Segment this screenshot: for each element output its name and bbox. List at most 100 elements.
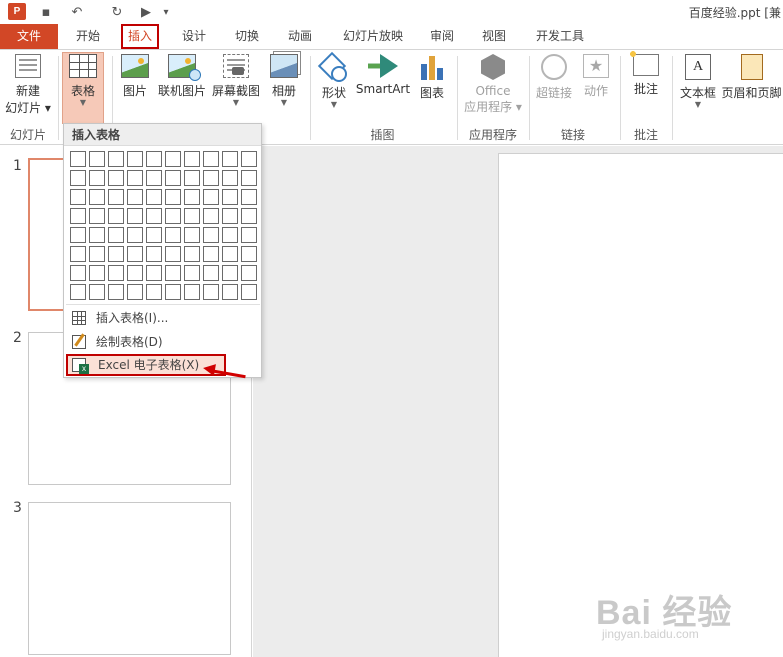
table-grid-cell[interactable] (89, 151, 105, 167)
table-grid-cell[interactable] (70, 189, 86, 205)
table-grid-cell[interactable] (89, 189, 105, 205)
table-grid-cell[interactable] (203, 170, 219, 186)
tab-review[interactable]: 审阅 (420, 24, 464, 49)
table-grid-cell[interactable] (146, 265, 162, 281)
slide-canvas[interactable] (498, 153, 783, 657)
table-grid-cell[interactable] (108, 227, 124, 243)
table-grid-cell[interactable] (70, 265, 86, 281)
table-grid-cell[interactable] (108, 284, 124, 300)
tab-file[interactable]: 文件 (0, 24, 58, 49)
undo-icon[interactable]: ↶ (66, 3, 88, 21)
table-grid-cell[interactable] (165, 189, 181, 205)
table-grid-cell[interactable] (203, 227, 219, 243)
table-grid-cell[interactable] (222, 189, 238, 205)
office-apps-button[interactable]: Office 应用程序 ▾ (460, 54, 526, 115)
table-grid-cell[interactable] (165, 208, 181, 224)
table-grid-cell[interactable] (127, 151, 143, 167)
table-grid-cell[interactable] (184, 170, 200, 186)
table-grid-cell[interactable] (108, 265, 124, 281)
table-grid-cell[interactable] (127, 284, 143, 300)
tab-view[interactable]: 视图 (472, 24, 516, 49)
table-grid-cell[interactable] (89, 170, 105, 186)
table-grid-cell[interactable] (165, 227, 181, 243)
table-grid-cell[interactable] (222, 208, 238, 224)
draw-table-menu-item[interactable]: 绘制表格(D) (66, 331, 261, 353)
table-grid-cell[interactable] (70, 170, 86, 186)
online-picture-button[interactable]: 联机图片 (156, 54, 208, 99)
table-grid-cell[interactable] (146, 151, 162, 167)
table-grid-cell[interactable] (127, 189, 143, 205)
table-grid-cell[interactable] (222, 265, 238, 281)
comment-button[interactable]: 批注 (626, 49, 666, 97)
tab-home[interactable]: 开始 (66, 24, 110, 49)
table-grid-cell[interactable] (184, 208, 200, 224)
table-grid-cell[interactable] (146, 227, 162, 243)
table-grid-cell[interactable] (222, 170, 238, 186)
table-grid-cell[interactable] (203, 284, 219, 300)
table-grid-cell[interactable] (203, 151, 219, 167)
table-grid-cell[interactable] (241, 227, 257, 243)
table-grid-cell[interactable] (241, 170, 257, 186)
table-grid-cell[interactable] (203, 246, 219, 262)
table-grid-cell[interactable] (165, 265, 181, 281)
table-grid-cell[interactable] (70, 151, 86, 167)
tab-transitions[interactable]: 切换 (225, 24, 269, 49)
table-grid-cell[interactable] (184, 151, 200, 167)
tab-animations[interactable]: 动画 (278, 24, 322, 49)
tab-design[interactable]: 设计 (172, 24, 216, 49)
present-icon[interactable]: ▶ (136, 3, 156, 21)
table-grid-cell[interactable] (127, 170, 143, 186)
insert-table-menu-item[interactable]: 插入表格(I)... (66, 307, 261, 329)
screenshot-button[interactable]: 屏幕截图 ▼ (209, 54, 263, 107)
table-grid-cell[interactable] (89, 227, 105, 243)
table-grid-cell[interactable] (108, 151, 124, 167)
tab-slideshow[interactable]: 幻灯片放映 (334, 24, 412, 49)
table-grid-cell[interactable] (127, 227, 143, 243)
table-grid-cell[interactable] (184, 246, 200, 262)
table-grid-cell[interactable] (108, 170, 124, 186)
table-grid-cell[interactable] (165, 170, 181, 186)
table-grid-cell[interactable] (222, 227, 238, 243)
smartart-button[interactable]: SmartArt (354, 54, 412, 96)
table-grid-cell[interactable] (165, 246, 181, 262)
table-grid-cell[interactable] (146, 246, 162, 262)
table-grid-cell[interactable] (70, 284, 86, 300)
table-grid-cell[interactable] (127, 265, 143, 281)
table-grid-cell[interactable] (241, 265, 257, 281)
table-grid-cell[interactable] (89, 284, 105, 300)
table-grid-cell[interactable] (165, 151, 181, 167)
table-grid-cell[interactable] (222, 284, 238, 300)
chart-button[interactable]: 图表 (414, 54, 450, 101)
table-grid-cell[interactable] (146, 189, 162, 205)
table-grid-cell[interactable] (146, 170, 162, 186)
table-grid-cell[interactable] (222, 246, 238, 262)
new-slide-button[interactable]: 新建 幻灯片 ▾ (4, 54, 52, 116)
table-grid-cell[interactable] (108, 189, 124, 205)
table-grid-cell[interactable] (241, 208, 257, 224)
table-grid-cell[interactable] (241, 189, 257, 205)
table-grid-cell[interactable] (203, 265, 219, 281)
table-grid-cell[interactable] (127, 208, 143, 224)
table-grid-cell[interactable] (222, 151, 238, 167)
table-grid-cell[interactable] (127, 246, 143, 262)
shapes-button[interactable]: 形状 ▼ (314, 54, 354, 109)
table-grid-cell[interactable] (70, 208, 86, 224)
table-grid-cell[interactable] (184, 227, 200, 243)
tab-developer[interactable]: 开发工具 (526, 24, 594, 49)
table-grid-cell[interactable] (70, 246, 86, 262)
table-grid-cell[interactable] (184, 189, 200, 205)
table-grid-cell[interactable] (89, 208, 105, 224)
action-button[interactable]: ★ 动作 (578, 54, 614, 99)
table-grid-cell[interactable] (108, 208, 124, 224)
table-grid-cell[interactable] (241, 151, 257, 167)
table-grid-cell[interactable] (89, 265, 105, 281)
picture-button[interactable]: 图片 (116, 54, 154, 99)
table-grid-cell[interactable] (70, 227, 86, 243)
customize-toolbar-icon[interactable]: ▾ (160, 3, 172, 21)
save-icon[interactable]: ▪ (36, 3, 56, 21)
table-grid-cell[interactable] (241, 284, 257, 300)
table-grid-cell[interactable] (184, 265, 200, 281)
table-grid-cell[interactable] (108, 246, 124, 262)
table-grid-cell[interactable] (241, 246, 257, 262)
photo-album-button[interactable]: 相册 ▼ (264, 54, 304, 107)
